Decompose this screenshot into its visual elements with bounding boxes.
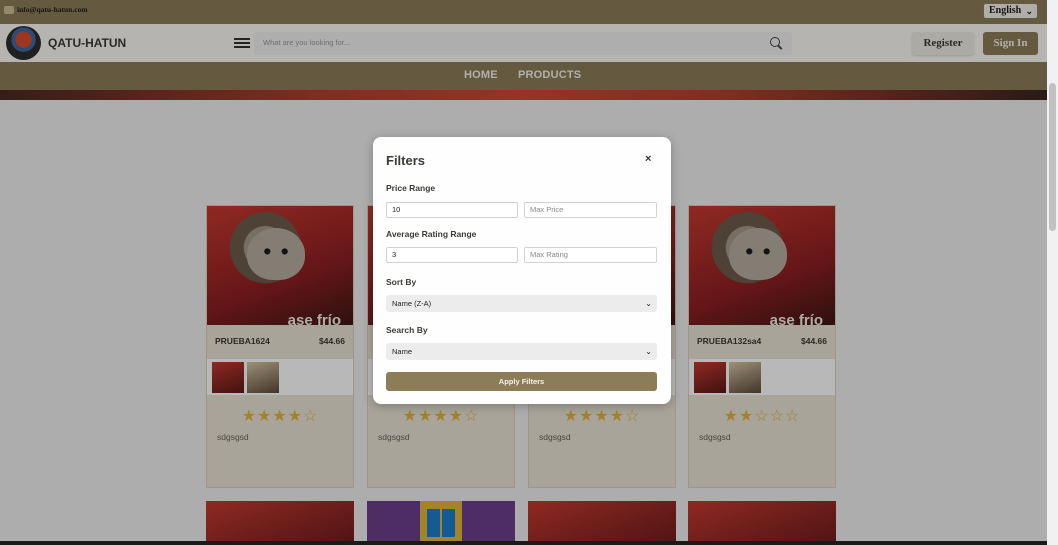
rating-range-label: Average Rating Range <box>386 229 477 239</box>
sort-by-value: Name (Z-A) <box>392 299 432 308</box>
chevron-down-icon: ⌄ <box>645 299 652 308</box>
search-by-value: Name <box>392 347 413 356</box>
sort-by-select[interactable]: Name (Z-A) ⌄ <box>386 295 657 312</box>
apply-filters-button[interactable]: Apply Filters <box>386 372 657 391</box>
min-price-input[interactable]: 10 <box>386 202 518 218</box>
price-range-label: Price Range <box>386 183 436 193</box>
chevron-down-icon: ⌄ <box>645 347 652 356</box>
scrollbar-thumb[interactable] <box>1049 83 1056 231</box>
filters-modal: Filters × Price Range 10 Max Price Avera… <box>373 137 671 404</box>
min-rating-input[interactable]: 3 <box>386 247 518 263</box>
max-price-input[interactable]: Max Price <box>524 202 657 218</box>
bottom-strip <box>0 541 1047 545</box>
max-rating-input[interactable]: Max Rating <box>524 247 657 263</box>
close-icon[interactable]: × <box>645 153 651 165</box>
search-by-select[interactable]: Name ⌄ <box>386 343 657 360</box>
sort-by-label: Sort By <box>386 277 417 287</box>
modal-title: Filters <box>386 153 426 168</box>
search-by-label: Search By <box>386 325 428 335</box>
scrollbar[interactable] <box>1047 0 1058 545</box>
